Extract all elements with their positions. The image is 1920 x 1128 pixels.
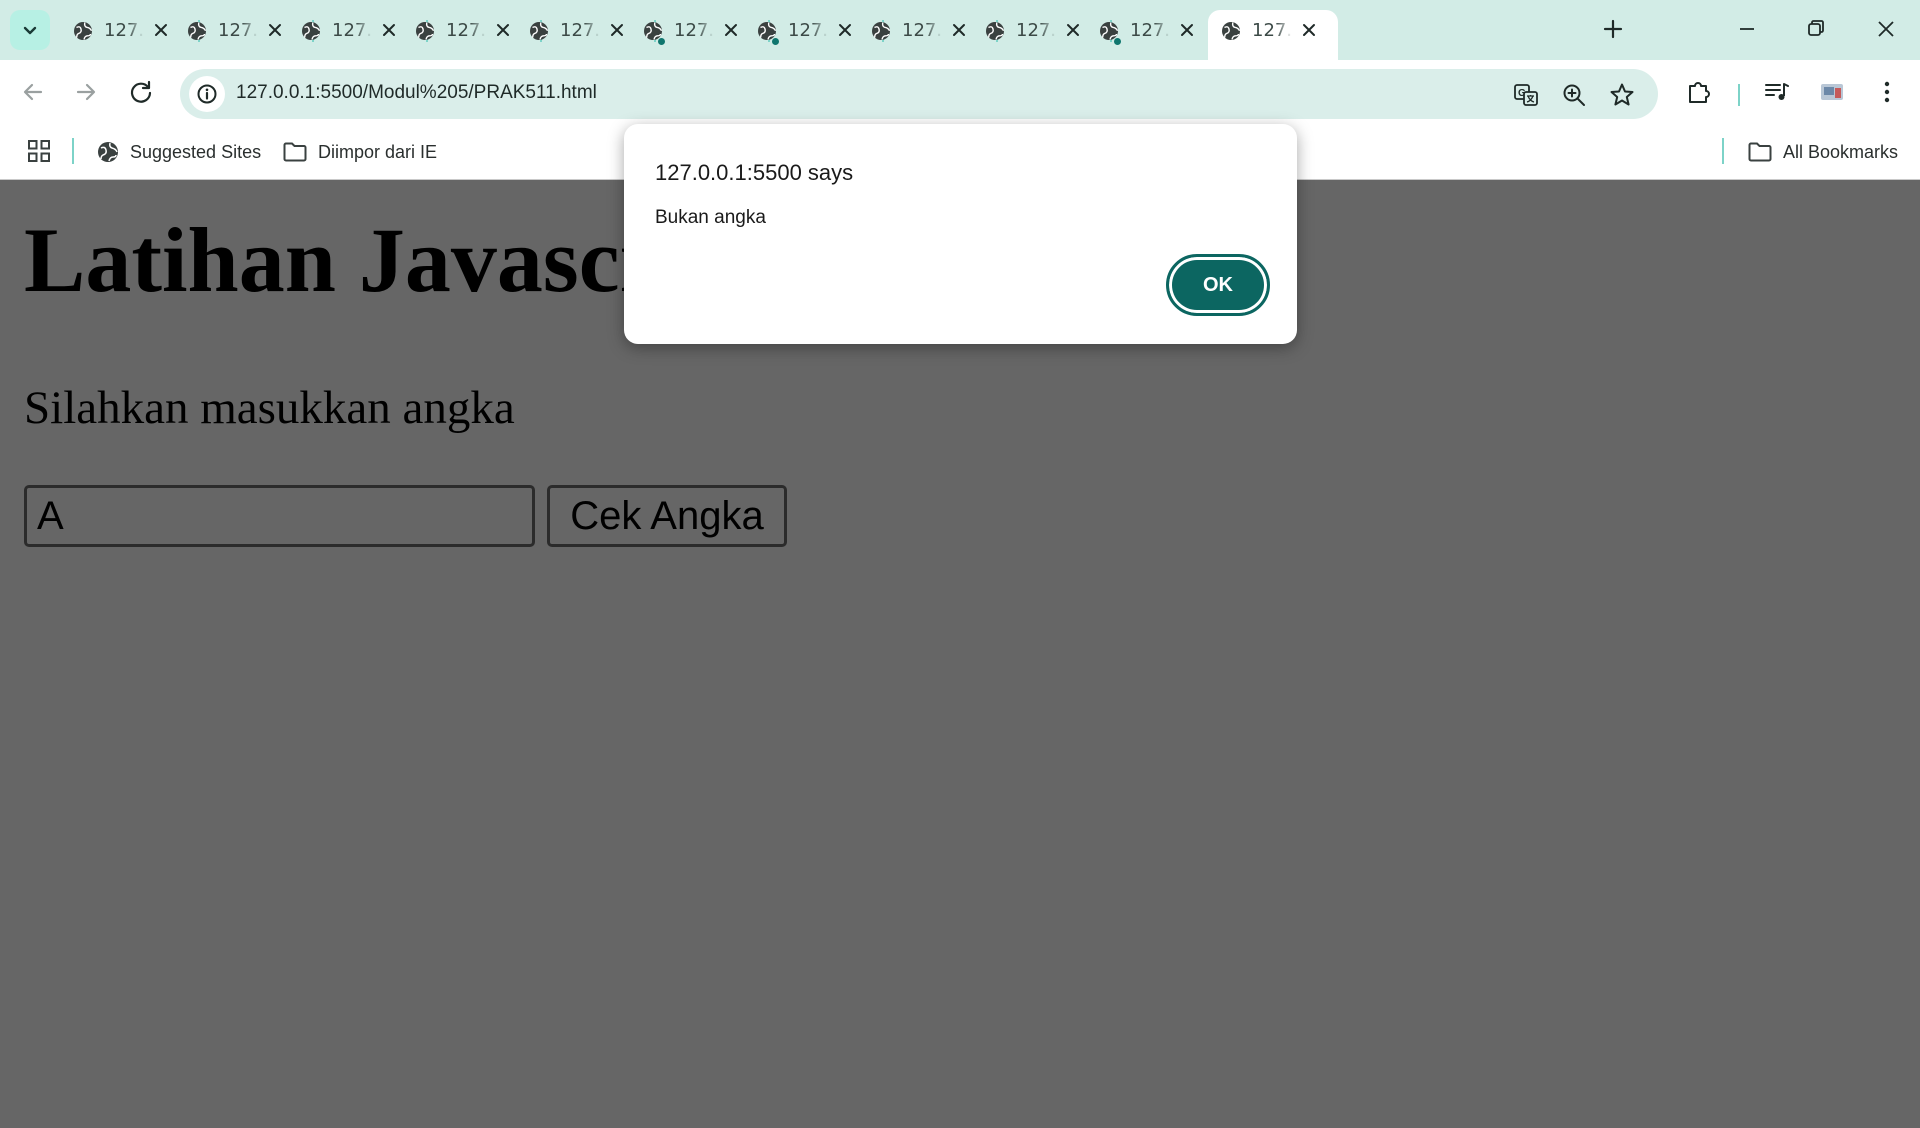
site-info-button[interactable]: [189, 76, 225, 112]
bookmark-label: Suggested Sites: [130, 141, 262, 162]
tab-title: 127.: [446, 20, 486, 41]
zoom-icon[interactable]: [1560, 81, 1588, 109]
close-tab-icon[interactable]: [720, 19, 742, 41]
globe-icon: [1222, 22, 1241, 40]
tab-activity-dot: [657, 37, 666, 46]
close-tab-icon[interactable]: [1298, 19, 1320, 41]
tab-title: 127.: [104, 20, 144, 41]
folder-icon: [1748, 142, 1772, 162]
translate-icon[interactable]: G: [1512, 81, 1540, 109]
tab-search-button[interactable]: [10, 10, 50, 50]
profile-avatar-icon[interactable]: [1816, 76, 1848, 108]
alert-dialog: 127.0.0.1:5500 says Bukan angka OK: [624, 124, 1297, 344]
new-tab-icon[interactable]: [1598, 14, 1628, 44]
apps-grid-icon[interactable]: [26, 138, 52, 164]
url-text[interactable]: 127.0.0.1:5500/Modul%205/PRAK511.html: [236, 82, 597, 104]
folder-icon: [283, 142, 307, 162]
globe-icon: [416, 22, 435, 40]
bookmark-suggested-sites[interactable]: Suggested Sites: [96, 138, 261, 166]
close-tab-icon[interactable]: [264, 19, 286, 41]
globe-icon: [188, 22, 207, 40]
tab-title: 127.: [674, 20, 714, 41]
tab-title: 127.: [902, 20, 942, 41]
toolbar-separator: [1738, 84, 1740, 106]
reload-icon[interactable]: [125, 76, 157, 108]
minimize-icon[interactable]: [1732, 14, 1762, 44]
extensions-icon[interactable]: [1683, 76, 1715, 108]
tab-active[interactable]: 127.: [1208, 10, 1338, 60]
address-bar[interactable]: 127.0.0.1:5500/Modul%205/PRAK511.html G: [180, 69, 1658, 119]
close-tab-icon[interactable]: [948, 19, 970, 41]
tab-title: 127.: [788, 20, 828, 41]
tab-title: 127.: [560, 20, 600, 41]
globe-icon: [986, 22, 1005, 40]
input-prompt: Silahkan masukkan angka: [24, 382, 515, 434]
close-tab-icon[interactable]: [1062, 19, 1084, 41]
globe-icon: [98, 142, 118, 162]
tab-title: 127.: [332, 20, 372, 41]
tab-title: 127.: [218, 20, 258, 41]
bookmarks-separator: [1722, 138, 1724, 164]
number-input[interactable]: [24, 485, 535, 547]
chevron-down-icon: [23, 26, 37, 35]
info-icon: [197, 84, 217, 104]
dialog-message: Bukan angka: [655, 207, 766, 228]
media-controls-icon[interactable]: [1761, 76, 1793, 108]
bookmark-star-icon[interactable]: [1608, 81, 1636, 109]
back-icon[interactable]: [17, 76, 49, 108]
globe-icon: [302, 22, 321, 40]
globe-icon: [872, 22, 891, 40]
close-tab-icon[interactable]: [834, 19, 856, 41]
bookmark-folder-imported[interactable]: Diimpor dari IE: [282, 138, 437, 166]
globe-icon: [530, 22, 549, 40]
tab-activity-dot: [1113, 37, 1122, 46]
bookmark-label: Diimpor dari IE: [318, 141, 438, 162]
close-tab-icon[interactable]: [150, 19, 172, 41]
bookmark-label: All Bookmarks: [1783, 141, 1899, 162]
tab-title: 127.: [1252, 20, 1292, 41]
check-number-button[interactable]: Cek Angka: [547, 485, 787, 547]
tab-strip: 127. 127. 127. 127. 127. 127. 127. 127. 127. 127.…: [0, 0, 1920, 60]
tab[interactable]: 127.: [1086, 10, 1224, 51]
tab-title: 127.: [1130, 20, 1170, 41]
browser-toolbar: 127.0.0.1:5500/Modul%205/PRAK511.html G: [0, 60, 1920, 124]
globe-icon: [74, 22, 93, 40]
restore-icon[interactable]: [1801, 14, 1831, 44]
all-bookmarks-button[interactable]: All Bookmarks: [1747, 138, 1898, 166]
tab-title: 127.: [1016, 20, 1056, 41]
close-tab-icon[interactable]: [378, 19, 400, 41]
close-tab-icon[interactable]: [1176, 19, 1198, 41]
close-tab-icon[interactable]: [606, 19, 628, 41]
ok-button[interactable]: OK: [1166, 254, 1270, 316]
close-tab-icon[interactable]: [492, 19, 514, 41]
tab-activity-dot: [771, 37, 780, 46]
dialog-title: 127.0.0.1:5500 says: [655, 160, 854, 185]
bookmarks-separator: [72, 138, 74, 164]
menu-kebab-icon[interactable]: [1871, 76, 1903, 108]
forward-icon[interactable]: [70, 76, 102, 108]
close-window-icon[interactable]: [1871, 14, 1901, 44]
